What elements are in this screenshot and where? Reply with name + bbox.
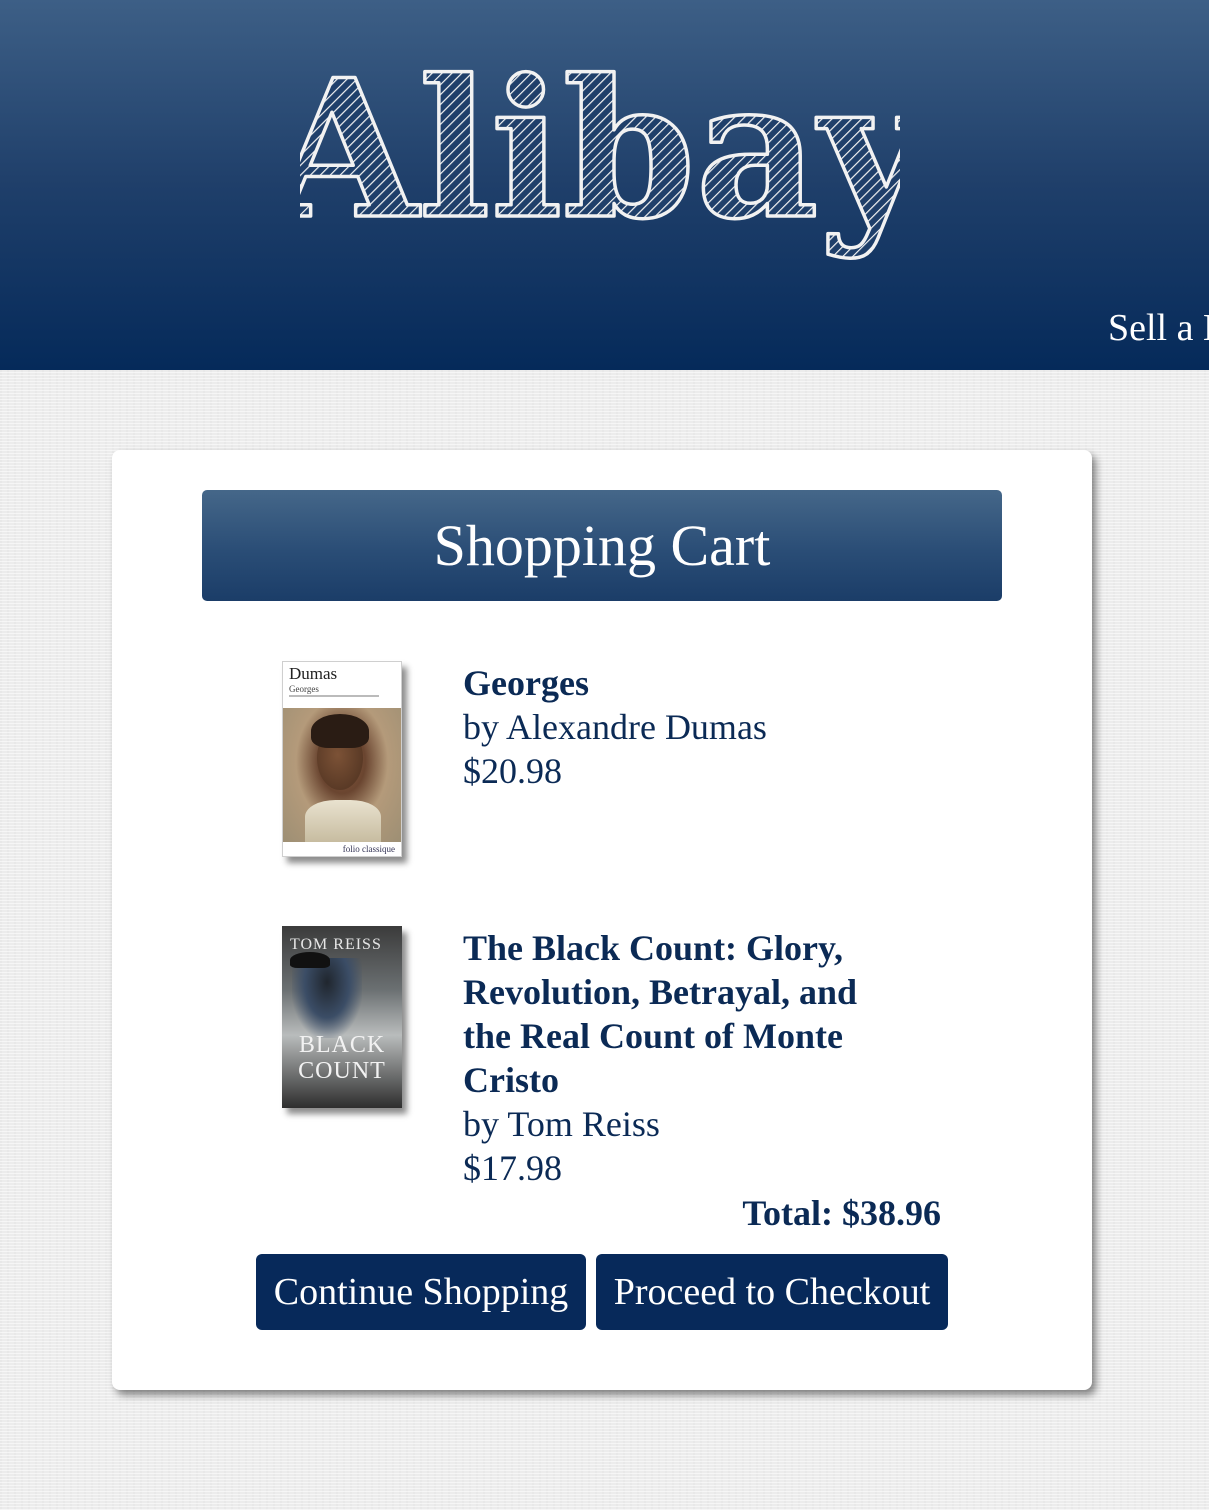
- cover-title-line1: BLACK: [298, 1032, 386, 1058]
- cover-portrait: [283, 708, 401, 842]
- cover-author: Dumas: [289, 664, 338, 683]
- portrait-hair: [311, 714, 369, 748]
- portrait-collar: [305, 800, 381, 842]
- proceed-to-checkout-button[interactable]: Proceed to Checkout: [596, 1254, 948, 1330]
- cover-bicorne-hat: [290, 952, 330, 968]
- item-author: by Tom Reiss: [463, 1104, 660, 1144]
- item-title[interactable]: The Black Count: Glory, Revolution, Betr…: [463, 926, 903, 1102]
- item-info: Georges by Alexandre Dumas $20.98: [463, 661, 903, 793]
- logo-wordmark: Alibay: [300, 56, 900, 263]
- book-cover-georges[interactable]: Dumas Georges folio classique: [282, 661, 402, 857]
- site-logo[interactable]: Alibay: [300, 56, 900, 271]
- cart-title: Shopping Cart: [202, 490, 1002, 601]
- cover-title-line2: COUNT: [298, 1058, 386, 1084]
- cart-total: Total: $38.96: [742, 1193, 941, 1233]
- site-header: Alibay Sell a Book: [0, 0, 1209, 370]
- cover-divider: [289, 695, 379, 697]
- continue-shopping-button[interactable]: Continue Shopping: [256, 1254, 586, 1330]
- item-info: The Black Count: Glory, Revolution, Betr…: [463, 926, 903, 1190]
- logo-text: Alibay: [300, 56, 900, 261]
- item-price: $17.98: [463, 1148, 562, 1188]
- item-title[interactable]: Georges: [463, 661, 903, 705]
- book-cover-black-count[interactable]: TOM REISS BLACK COUNT: [282, 926, 402, 1108]
- item-author: by Alexandre Dumas: [463, 707, 767, 747]
- sell-book-link[interactable]: Sell a Book: [1108, 306, 1209, 350]
- cover-subtitle: Georges: [289, 684, 319, 694]
- cover-rider-figure: [292, 958, 362, 1038]
- cart-card: Shopping Cart Dumas Georges folio classi…: [112, 450, 1092, 1390]
- item-price: $20.98: [463, 751, 562, 791]
- cover-publisher: folio classique: [342, 844, 395, 854]
